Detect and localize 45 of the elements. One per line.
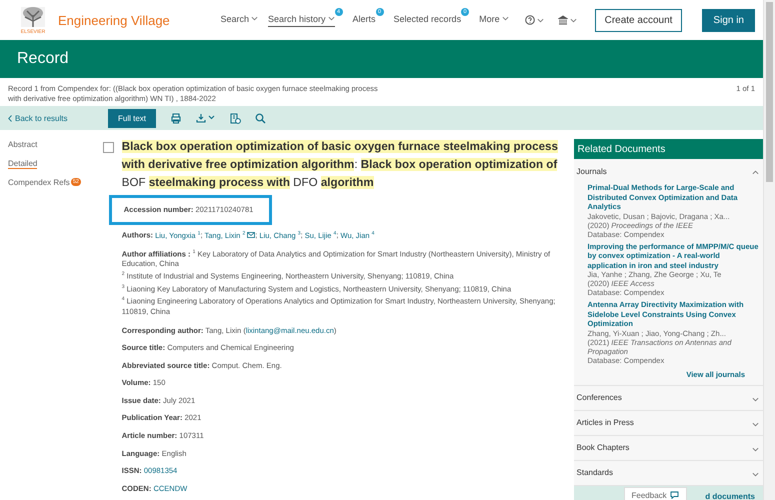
- feedback-button[interactable]: Feedback: [624, 486, 687, 500]
- side-nav-link[interactable]: Compendex Refs: [8, 178, 70, 188]
- side-nav-link[interactable]: Detailed: [8, 159, 38, 169]
- tree-logo-icon: [19, 5, 47, 29]
- view-related-link[interactable]: d documents: [705, 492, 755, 500]
- record-title: Black box operation optimization of basic oxygen furnace steelmaking process with derivative free optimization algorithm: Black box operation optimization of BOF steelmaking process with DFO algorithm: [122, 139, 559, 191]
- sign-in-button[interactable]: Sign in: [702, 8, 755, 32]
- nav-link[interactable]: Selected records: [394, 14, 462, 26]
- select-checkbox[interactable]: [102, 142, 114, 153]
- search-icon[interactable]: [255, 112, 266, 124]
- scrollbar[interactable]: [763, 0, 775, 500]
- section-toggle[interactable]: Conferences: [576, 393, 622, 402]
- back-link[interactable]: Back to results: [8, 114, 94, 122]
- chevron-left-icon: [8, 114, 12, 122]
- caret-icon: [250, 16, 258, 21]
- print-icon[interactable]: [170, 112, 182, 124]
- chat-icon: [670, 491, 679, 499]
- caret-icon: [752, 446, 759, 452]
- help-menu[interactable]: [524, 15, 544, 25]
- caret-icon: [502, 16, 509, 21]
- caret-icon: [752, 396, 759, 402]
- nav-link[interactable]: More: [479, 14, 509, 26]
- section-toggle[interactable]: Articles in Press: [576, 418, 634, 427]
- download-icon[interactable]: [196, 113, 216, 123]
- institution-menu[interactable]: [558, 15, 577, 25]
- side-nav-link[interactable]: Abstract: [8, 140, 38, 150]
- institution-icon: [558, 15, 568, 25]
- caret-icon: [570, 18, 577, 22]
- related-header: Related Documents: [574, 139, 763, 159]
- section-toggle[interactable]: Journals: [576, 166, 607, 176]
- page-title: Record: [17, 50, 69, 68]
- create-account-button[interactable]: Create account: [594, 8, 682, 32]
- section-toggle[interactable]: Book Chapters: [576, 443, 630, 452]
- caret-icon: [752, 170, 759, 175]
- help-icon: [524, 15, 535, 25]
- caret-icon: [536, 18, 544, 22]
- nav-link[interactable]: Search: [220, 14, 258, 26]
- caret-icon: [752, 422, 759, 426]
- section-toggle[interactable]: Standards: [576, 468, 613, 477]
- full-text-button[interactable]: Full text: [108, 108, 156, 128]
- caret-icon: [328, 16, 335, 21]
- email-icon[interactable]: [247, 232, 256, 238]
- nav-link[interactable]: Search history: [268, 14, 335, 26]
- nav-link[interactable]: Alerts: [352, 14, 376, 26]
- caret-icon: [752, 472, 759, 476]
